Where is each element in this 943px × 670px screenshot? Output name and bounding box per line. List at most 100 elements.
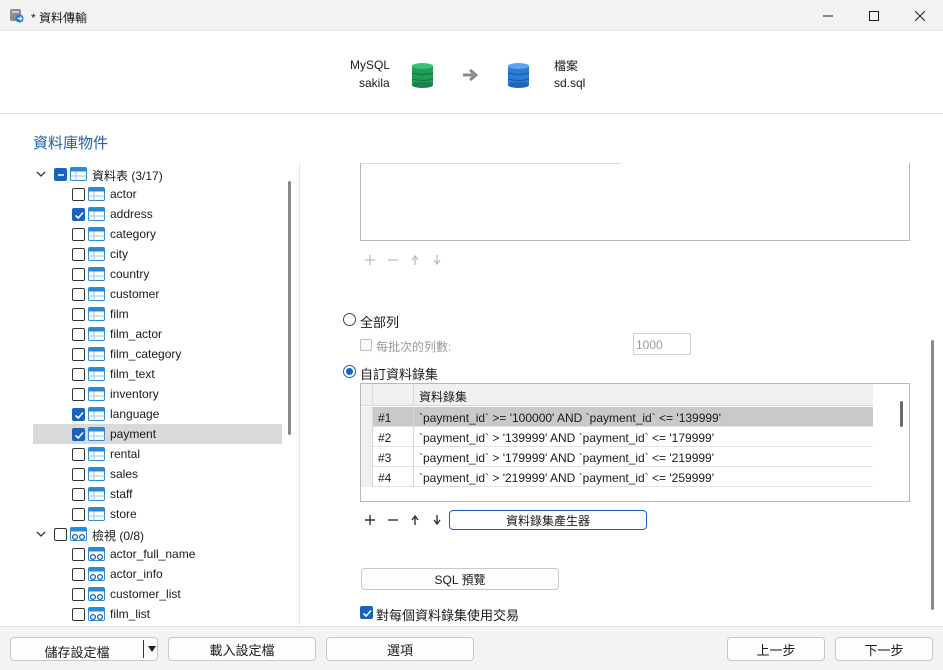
back-button[interactable]: 上一步 (727, 637, 825, 661)
maximize-icon (869, 10, 879, 21)
grid-scrollbar[interactable] (900, 401, 903, 427)
recordset-condition[interactable]: `payment_id` > '219999' AND `payment_id`… (419, 471, 714, 485)
view-checkbox[interactable] (72, 548, 85, 561)
table-node-staff[interactable]: staff (33, 484, 282, 504)
table-node-city[interactable]: city (33, 244, 282, 264)
minimize-button[interactable] (805, 0, 851, 31)
options-scrollbar[interactable] (931, 340, 934, 610)
dropdown-arrow-icon[interactable] (148, 646, 156, 652)
recordset-row[interactable]: #3 `payment_id` > '179999' AND `payment_i… (361, 447, 873, 467)
table-node-film_category[interactable]: film_category (33, 344, 282, 364)
table-checkbox[interactable] (72, 488, 85, 501)
views-checkbox[interactable] (54, 528, 67, 541)
next-button[interactable]: 下一步 (835, 637, 933, 661)
pane-divider[interactable] (299, 163, 300, 625)
all-rows-radio[interactable] (343, 313, 356, 326)
maximize-button[interactable] (851, 0, 897, 31)
view-checkbox[interactable] (72, 608, 85, 621)
table-node-film_actor[interactable]: film_actor (33, 324, 282, 344)
table-checkbox[interactable] (72, 188, 85, 201)
table-node-sales[interactable]: sales (33, 464, 282, 484)
view-checkbox[interactable] (72, 588, 85, 601)
table-node-film[interactable]: film (33, 304, 282, 324)
source-type: MySQL (350, 58, 391, 72)
add-recordset-button[interactable] (363, 513, 377, 527)
recordset-generator-button[interactable]: 資料錄集產生器 (449, 510, 647, 530)
load-profile-button[interactable]: 載入設定檔 (168, 637, 316, 661)
field-list-box[interactable] (360, 163, 910, 241)
table-checkbox[interactable] (72, 468, 85, 481)
table-node-rental[interactable]: rental (33, 444, 282, 464)
table-label: country (110, 267, 150, 281)
recordset-grid[interactable]: 資料錄集 #1 `payment_id` >= '100000' AND `pay… (360, 383, 910, 502)
view-node-customer_list[interactable]: customer_list (33, 584, 282, 604)
add-field-button[interactable] (363, 253, 377, 267)
move-recordset-down-button[interactable] (430, 513, 444, 527)
views-folder-icon (70, 527, 87, 541)
view-checkbox[interactable] (72, 568, 85, 581)
move-recordset-up-button[interactable] (408, 513, 422, 527)
table-checkbox[interactable] (72, 328, 85, 341)
table-checkbox[interactable] (72, 428, 85, 441)
table-icon (88, 367, 105, 381)
chevron-down-icon[interactable] (36, 169, 46, 179)
object-tree[interactable]: 資料表 (3/17) actor address category city count… (33, 163, 295, 625)
rows-per-batch-checkbox[interactable] (360, 339, 372, 351)
chevron-down-icon[interactable] (36, 529, 46, 539)
recordset-row[interactable]: #4 `payment_id` > '219999' AND `payment_i… (361, 467, 873, 487)
row-selector[interactable] (361, 407, 373, 427)
view-node-actor_full_name[interactable]: actor_full_name (33, 544, 282, 564)
recordset-id: #4 (373, 467, 414, 487)
tables-checkbox[interactable] (54, 168, 67, 181)
recordset-condition[interactable]: `payment_id` > '179999' AND `payment_id`… (419, 451, 714, 465)
close-button[interactable] (897, 0, 943, 31)
table-node-category[interactable]: category (33, 224, 282, 244)
table-label: staff (110, 487, 133, 501)
custom-recordset-radio[interactable] (343, 365, 356, 378)
move-field-down-button[interactable] (430, 253, 444, 267)
table-checkbox[interactable] (72, 348, 85, 361)
table-node-customer[interactable]: customer (33, 284, 282, 304)
table-node-language[interactable]: language (33, 404, 282, 424)
table-checkbox[interactable] (72, 388, 85, 401)
plus-icon (365, 255, 375, 265)
table-checkbox[interactable] (72, 508, 85, 521)
table-checkbox[interactable] (72, 288, 85, 301)
recordset-row[interactable]: #2 `payment_id` > '139999' AND `payment_i… (361, 427, 873, 447)
table-checkbox[interactable] (72, 208, 85, 221)
row-selector[interactable] (361, 427, 373, 447)
row-selector[interactable] (361, 467, 373, 487)
table-checkbox[interactable] (72, 248, 85, 261)
table-checkbox[interactable] (72, 308, 85, 321)
table-node-film_text[interactable]: film_text (33, 364, 282, 384)
table-node-address[interactable]: address (33, 204, 282, 224)
minus-icon (388, 519, 398, 521)
recordset-condition[interactable]: `payment_id` >= '100000' AND `payment_id… (419, 411, 721, 425)
table-checkbox[interactable] (72, 368, 85, 381)
rows-per-batch-input[interactable]: 1000 (633, 333, 691, 355)
row-selector[interactable] (361, 447, 373, 467)
use-transaction-checkbox[interactable] (360, 606, 373, 619)
options-button[interactable]: 選項 (326, 637, 474, 661)
tree-node-tables[interactable]: 資料表 (3/17) (33, 164, 282, 184)
table-checkbox[interactable] (72, 268, 85, 281)
move-field-up-button[interactable] (408, 253, 422, 267)
view-node-actor_info[interactable]: actor_info (33, 564, 282, 584)
table-node-actor[interactable]: actor (33, 184, 282, 204)
recordset-row[interactable]: #1 `payment_id` >= '100000' AND `payment_… (361, 407, 873, 427)
save-profile-button[interactable]: 儲存設定檔 (10, 637, 158, 661)
table-checkbox[interactable] (72, 228, 85, 241)
sql-preview-button[interactable]: SQL 預覽 (361, 568, 559, 590)
table-node-store[interactable]: store (33, 504, 282, 524)
recordset-condition[interactable]: `payment_id` > '139999' AND `payment_id`… (419, 431, 714, 445)
view-node-film_list[interactable]: film_list (33, 604, 282, 624)
table-node-country[interactable]: country (33, 264, 282, 284)
remove-field-button[interactable] (386, 253, 400, 267)
table-node-inventory[interactable]: inventory (33, 384, 282, 404)
tree-node-views[interactable]: 檢視 (0/8) (33, 524, 282, 544)
tree-scrollbar[interactable] (288, 181, 291, 435)
table-checkbox[interactable] (72, 408, 85, 421)
table-checkbox[interactable] (72, 448, 85, 461)
table-node-payment[interactable]: payment (33, 424, 282, 444)
remove-recordset-button[interactable] (386, 513, 400, 527)
